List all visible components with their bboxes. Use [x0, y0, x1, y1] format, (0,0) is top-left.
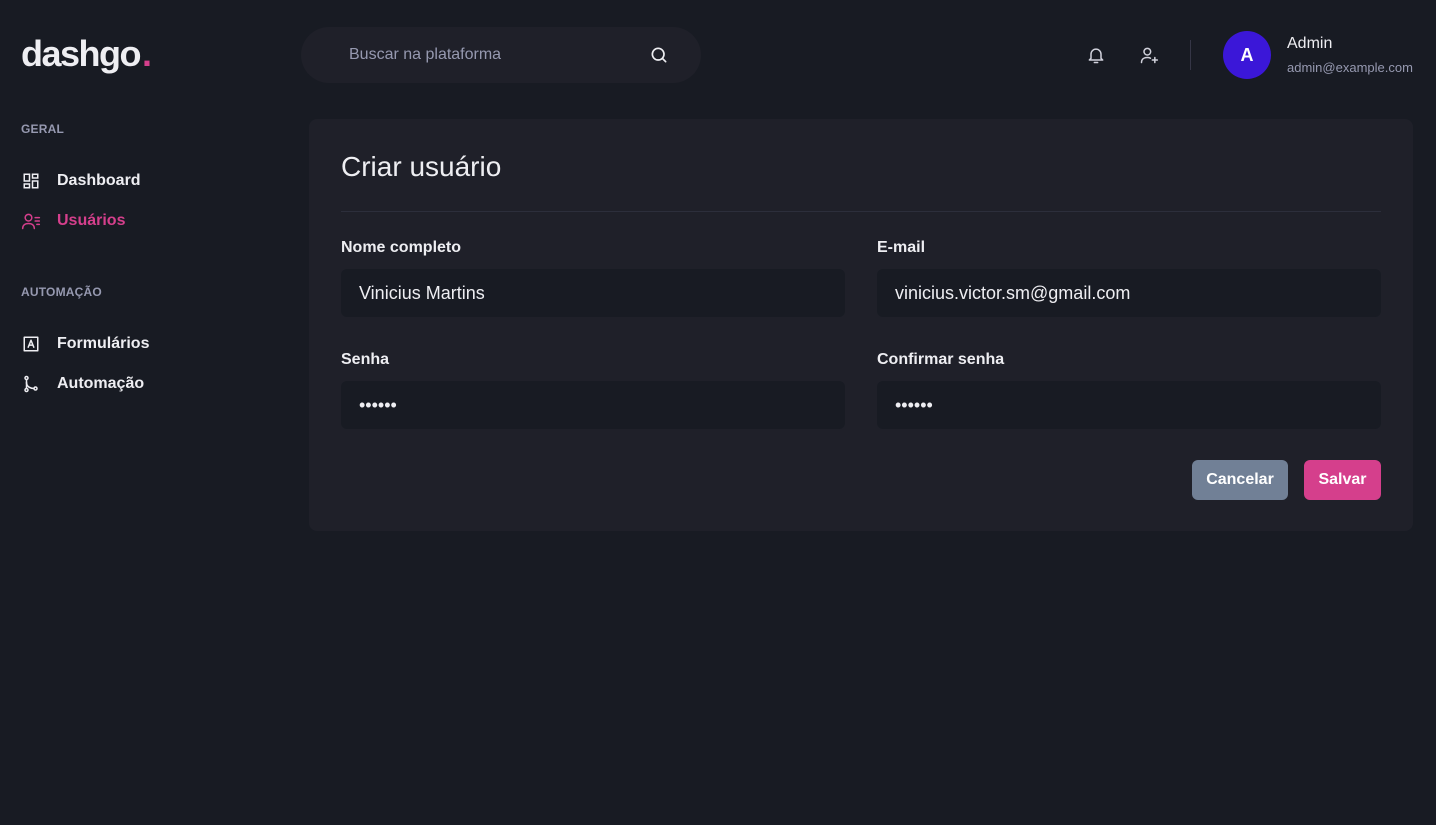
sidebar-item-dashboard[interactable]: Dashboard [21, 171, 141, 191]
search-bar[interactable] [301, 27, 701, 83]
full-name-label: Nome completo [341, 239, 462, 256]
user-email: admin@example.com [1287, 60, 1413, 75]
cancel-button[interactable]: Cancelar [1192, 460, 1288, 500]
save-button[interactable]: Salvar [1304, 460, 1381, 500]
email-label: E-mail [877, 239, 926, 256]
sidebar-item-usuarios[interactable]: Usuários [21, 211, 125, 231]
git-branch-icon [21, 374, 41, 394]
sidebar-section-automacao: AUTOMAÇÃO [21, 285, 102, 299]
password-field: Senha •••••• [341, 351, 845, 429]
add-user-icon[interactable] [1137, 43, 1161, 67]
avatar[interactable]: A [1223, 31, 1271, 79]
email-field: E-mail vinicius.victor.sm@gmail.com [877, 239, 1381, 317]
user-profile[interactable]: A Admin admin@example.com [1223, 31, 1413, 79]
logo-dot: . [142, 33, 152, 74]
users-icon [21, 211, 41, 231]
confirm-password-field: Confirmar senha •••••• [877, 351, 1381, 429]
user-name: Admin [1287, 35, 1333, 52]
create-user-card: Criar usuário Nome completo Vinicius Mar… [309, 119, 1413, 531]
form-icon [21, 334, 41, 354]
confirm-password-label: Confirmar senha [877, 351, 1005, 368]
search-input[interactable] [349, 46, 649, 64]
full-name-input[interactable]: Vinicius Martins [341, 269, 845, 317]
dashboard-icon [21, 171, 41, 191]
sidebar-section-geral: GERAL [21, 122, 64, 136]
sidebar-item-label: Automação [57, 375, 145, 392]
confirm-password-input[interactable]: •••••• [877, 381, 1381, 429]
sidebar-item-formularios[interactable]: Formulários [21, 334, 149, 354]
full-name-field: Nome completo Vinicius Martins [341, 239, 845, 317]
search-icon[interactable] [649, 45, 669, 65]
sidebar-item-label: Formulários [57, 335, 150, 352]
sidebar-item-label: Dashboard [57, 172, 141, 189]
page-title: Criar usuário [341, 151, 502, 182]
logo[interactable]: dashgo. [21, 32, 152, 76]
title-divider [341, 211, 1381, 212]
password-label: Senha [341, 351, 390, 368]
email-input[interactable]: vinicius.victor.sm@gmail.com [877, 269, 1381, 317]
sidebar-item-label: Usuários [57, 212, 126, 229]
sidebar-item-automacao[interactable]: Automação [21, 374, 144, 394]
logo-text: dashgo [21, 33, 142, 74]
bell-icon[interactable] [1084, 43, 1108, 67]
password-input[interactable]: •••••• [341, 381, 845, 429]
header-actions [1084, 43, 1161, 67]
header-divider [1190, 40, 1191, 70]
